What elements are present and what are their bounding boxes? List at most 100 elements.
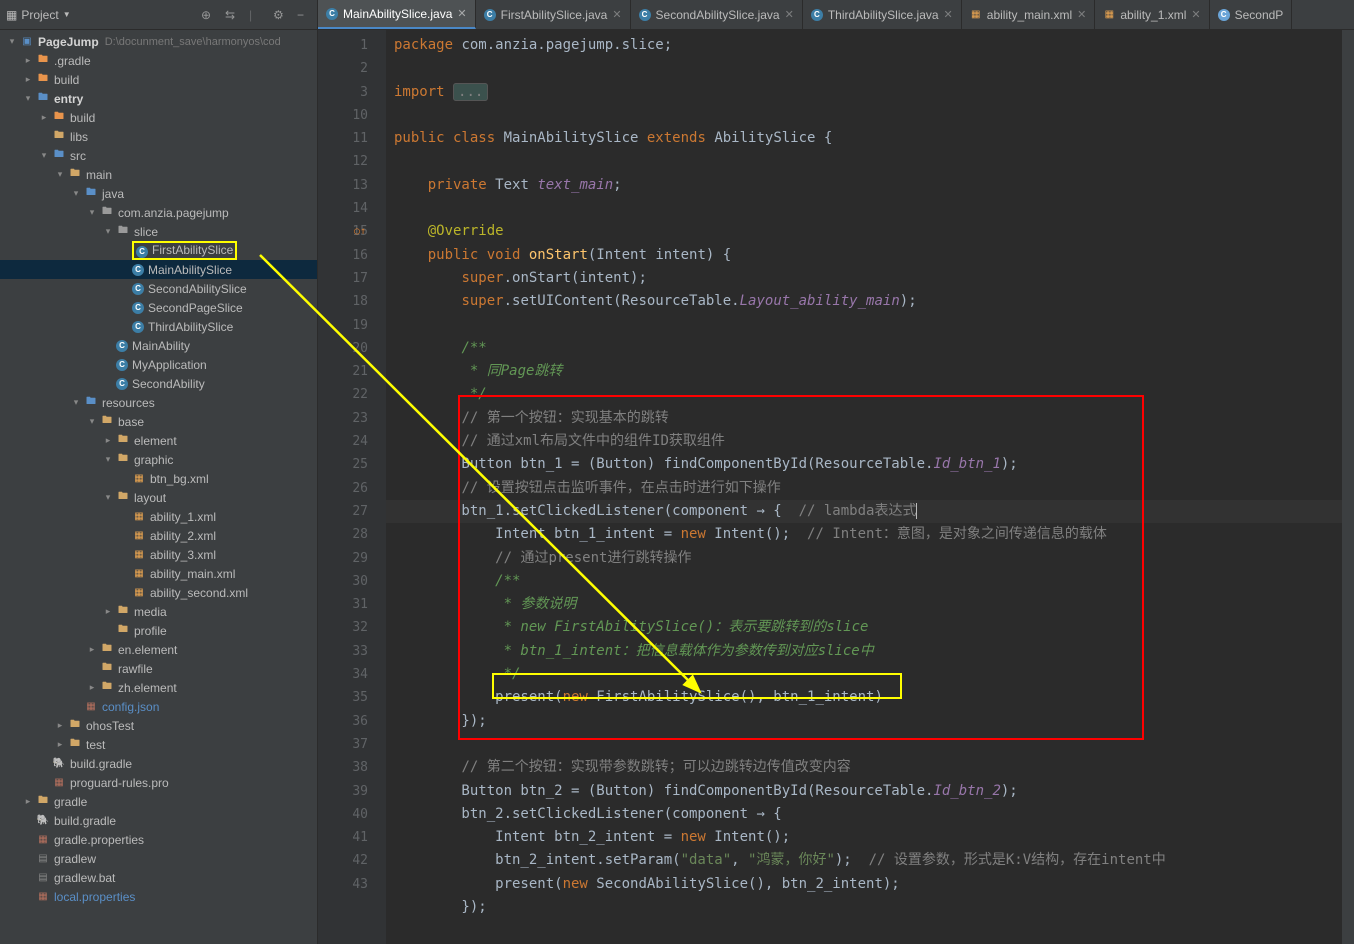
code-line[interactable]: btn_1.setClickedListener(component → { /… (386, 500, 1342, 523)
code-line[interactable]: present(new FirstAbilitySlice(), btn_1_i… (386, 686, 1342, 709)
tree-item[interactable]: ▸🖿test (0, 735, 317, 754)
line-number[interactable]: 20 (318, 337, 368, 360)
collapse-icon[interactable]: − (297, 8, 311, 22)
code-line[interactable]: public void onStart(Intent intent) { (386, 244, 1342, 267)
close-icon[interactable]: ✕ (944, 8, 953, 21)
line-number[interactable]: 17 (318, 267, 368, 290)
tree-item[interactable]: ▾🖿slice (0, 222, 317, 241)
expand-icon[interactable]: ⇆ (225, 8, 239, 22)
tree-item[interactable]: ▸🖿media (0, 602, 317, 621)
tree-item[interactable]: ▾🖿resources (0, 393, 317, 412)
chevron-icon[interactable]: ▸ (20, 74, 36, 85)
tree-item[interactable]: ▦gradle.properties (0, 830, 317, 849)
line-number[interactable]: 11 (318, 127, 368, 150)
vertical-scrollbar[interactable] (1342, 30, 1354, 944)
code-line[interactable]: super.onStart(intent); (386, 267, 1342, 290)
code-line[interactable]: * 参数说明 (386, 593, 1342, 616)
code-line[interactable] (386, 57, 1342, 80)
code-line[interactable]: package com.anzia.pagejump.slice; (386, 34, 1342, 57)
locate-icon[interactable]: ⊕ (201, 8, 215, 22)
code-line[interactable]: Intent btn_2_intent = new Intent(); (386, 826, 1342, 849)
code-line[interactable]: */ (386, 383, 1342, 406)
code-line[interactable]: present(new SecondAbilitySlice(), btn_2_… (386, 873, 1342, 896)
code-line[interactable]: /** (386, 337, 1342, 360)
line-number[interactable]: 34 (318, 663, 368, 686)
tree-item[interactable]: CSecondAbility (0, 374, 317, 393)
tree-item[interactable]: ▦local.properties (0, 887, 317, 906)
chevron-icon[interactable]: ▾ (20, 93, 36, 104)
code-line[interactable]: */ (386, 663, 1342, 686)
code-line[interactable] (386, 733, 1342, 756)
code-line[interactable] (386, 314, 1342, 337)
tree-item[interactable]: ▸🖿build (0, 108, 317, 127)
chevron-icon[interactable]: ▸ (84, 644, 100, 655)
line-number[interactable]: 39 (318, 780, 368, 803)
code-line[interactable]: Intent btn_1_intent = new Intent(); // I… (386, 523, 1342, 546)
tree-root-row[interactable]: ▾ ▣ PageJump D:\docunment_save\harmonyos… (0, 32, 317, 51)
editor-tab[interactable]: ▦ability_main.xml✕ (962, 0, 1096, 29)
chevron-icon[interactable]: ▾ (68, 188, 84, 199)
line-number[interactable]: 36 (318, 710, 368, 733)
line-number[interactable]: 31 (318, 593, 368, 616)
chevron-icon[interactable]: ▸ (36, 112, 52, 123)
chevron-icon[interactable]: ▾ (84, 416, 100, 427)
tree-item[interactable]: CSecondPageSlice (0, 298, 317, 317)
line-number[interactable]: 42 (318, 849, 368, 872)
code-line[interactable] (386, 150, 1342, 173)
line-number[interactable]: 28 (318, 523, 368, 546)
line-number[interactable]: 2 (318, 57, 368, 80)
editor-tab[interactable]: CSecondAbilitySlice.java✕ (631, 0, 803, 29)
line-number[interactable]: 30 (318, 570, 368, 593)
editor-tab[interactable]: CMainAbilitySlice.java✕ (318, 0, 476, 29)
line-number[interactable]: 43 (318, 873, 368, 896)
code-line[interactable]: * new FirstAbilitySlice()：表示要跳转到的slice (386, 616, 1342, 639)
tree-item[interactable]: ▦ability_3.xml (0, 545, 317, 564)
line-number[interactable]: 38 (318, 756, 368, 779)
chevron-icon[interactable]: ▾ (100, 454, 116, 465)
close-icon[interactable]: ✕ (457, 7, 466, 20)
code-line[interactable]: }); (386, 710, 1342, 733)
tree-item[interactable]: ▸🖿zh.element (0, 678, 317, 697)
editor-tab[interactable]: CFirstAbilitySlice.java✕ (476, 0, 631, 29)
chevron-icon[interactable]: ▸ (100, 435, 116, 446)
chevron-icon[interactable]: ▾ (84, 207, 100, 218)
tree-item[interactable]: ▤gradlew (0, 849, 317, 868)
chevron-icon[interactable]: ▸ (84, 682, 100, 693)
code-line[interactable]: public class MainAbilitySlice extends Ab… (386, 127, 1342, 150)
tree-item[interactable]: ▾🖿java (0, 184, 317, 203)
line-number[interactable]: 18 (318, 290, 368, 313)
tree-item[interactable]: CMyApplication (0, 355, 317, 374)
tree-item[interactable]: ▸🖿ohosTest (0, 716, 317, 735)
tree-item[interactable]: ▾🖿com.anzia.pagejump (0, 203, 317, 222)
tree-item[interactable]: ▦ability_2.xml (0, 526, 317, 545)
tree-item[interactable]: ▦proguard-rules.pro (0, 773, 317, 792)
code-line[interactable]: // 通过present进行跳转操作 (386, 547, 1342, 570)
line-number[interactable]: 21 (318, 360, 368, 383)
tree-item[interactable]: ▾🖿graphic (0, 450, 317, 469)
line-number[interactable]: 32 (318, 616, 368, 639)
chevron-down-icon[interactable]: ▾ (4, 36, 20, 47)
tree-item[interactable]: ▸🖿element (0, 431, 317, 450)
code-line[interactable]: /** (386, 570, 1342, 593)
tree-item[interactable]: CSecondAbilitySlice (0, 279, 317, 298)
tree-item[interactable]: 🖿rawfile (0, 659, 317, 678)
chevron-icon[interactable]: ▾ (36, 150, 52, 161)
code-line[interactable] (386, 197, 1342, 220)
line-number[interactable]: 16 (318, 244, 368, 267)
line-number[interactable]: 29 (318, 547, 368, 570)
chevron-icon[interactable]: ▸ (20, 55, 36, 66)
sidebar-title-wrap[interactable]: ▦ Project ▼ (6, 8, 71, 22)
tree-item[interactable]: ▦btn_bg.xml (0, 469, 317, 488)
line-number[interactable]: 12 (318, 150, 368, 173)
code-line[interactable]: * 同Page跳转 (386, 360, 1342, 383)
close-icon[interactable]: ✕ (785, 8, 794, 21)
tree-item[interactable]: ▸🖿build (0, 70, 317, 89)
tree-item[interactable]: ▸🖿en.element (0, 640, 317, 659)
tree-item[interactable]: 🐘build.gradle (0, 754, 317, 773)
line-number[interactable]: 35 (318, 686, 368, 709)
editor-tab[interactable]: CThirdAbilitySlice.java✕ (803, 0, 962, 29)
close-icon[interactable]: ✕ (1191, 8, 1200, 21)
tree-item[interactable]: ▾🖿layout (0, 488, 317, 507)
line-number[interactable]: 33 (318, 640, 368, 663)
chevron-icon[interactable]: ▸ (52, 720, 68, 731)
